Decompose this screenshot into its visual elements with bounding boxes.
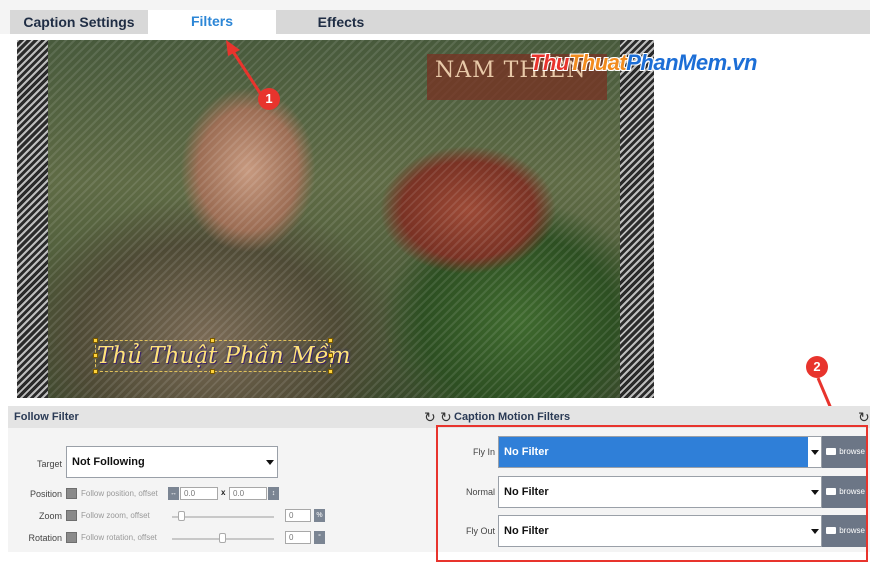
zoom-text: Follow zoom, offset (81, 511, 150, 520)
zoom-unit: % (314, 509, 325, 522)
target-label: Target (36, 459, 62, 469)
rotation-label: Rotation (28, 533, 62, 543)
zoom-input[interactable]: 0 (285, 509, 311, 522)
annotation-marker-2: 2 (806, 356, 828, 378)
position-label: Position (29, 489, 62, 499)
rotation-input[interactable]: 0 (285, 531, 311, 544)
horizontal-arrows-icon[interactable]: ↔ (168, 487, 179, 500)
refresh-icon[interactable]: ↻ (858, 410, 870, 424)
chevron-down-icon[interactable] (266, 460, 274, 465)
annotation-highlight-box (436, 425, 868, 562)
zoom-label: Zoom (38, 511, 62, 521)
position-y-input[interactable]: 0.0 (229, 487, 267, 500)
follow-filter-header: Follow Filter (8, 406, 436, 428)
annotation-marker-1: 1 (258, 88, 280, 110)
arrow-to-filters-tab (230, 49, 264, 97)
zoom-slider-thumb[interactable] (178, 511, 185, 521)
vertical-arrows-icon[interactable]: ↕ (268, 487, 279, 500)
target-select[interactable]: Not Following (66, 446, 278, 478)
rotation-checkbox[interactable] (66, 532, 77, 543)
zoom-checkbox[interactable] (66, 510, 77, 521)
rotation-slider-thumb[interactable] (219, 533, 226, 543)
position-checkbox[interactable] (66, 488, 77, 499)
rotation-unit: ° (314, 531, 325, 544)
refresh-icon[interactable]: ↻ (424, 410, 436, 424)
zoom-slider-track[interactable] (172, 516, 274, 518)
rotation-text: Follow rotation, offset (81, 533, 157, 542)
position-x-separator: x (221, 488, 226, 497)
position-x-input[interactable]: 0.0 (180, 487, 218, 500)
position-text: Follow position, offset (81, 489, 158, 498)
refresh-icon[interactable]: ↻ (440, 410, 452, 424)
